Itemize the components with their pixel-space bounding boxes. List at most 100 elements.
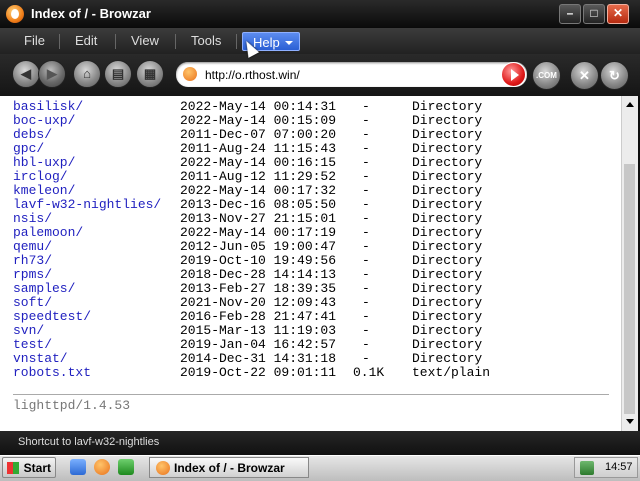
stop-button[interactable]: ✕ [570, 61, 599, 90]
list-item: speedtest/2016-Feb-28 21:47:41 - Directory [13, 309, 482, 324]
menu-edit[interactable]: Edit [75, 33, 97, 48]
ie-quicklaunch-icon[interactable] [70, 459, 86, 475]
scroll-up-icon[interactable] [623, 98, 637, 112]
scroll-thumb[interactable] [624, 164, 635, 415]
file-size: - [362, 281, 370, 296]
forward-button[interactable]: ▶ [38, 60, 66, 88]
file-type: Directory [412, 281, 483, 296]
file-link[interactable]: test/ [13, 337, 52, 352]
menu-divider [115, 34, 116, 49]
status-bar: Shortcut to lavf-w32-nightlies [0, 431, 640, 455]
file-link[interactable]: rh73/ [13, 253, 52, 268]
list-item: vnstat/2014-Dec-31 14:31:18 - Directory [13, 351, 482, 366]
modified-date: 2022-May-14 00:17:19 [180, 225, 337, 240]
site-favicon-icon [183, 67, 197, 81]
file-link[interactable]: boc-uxp/ [13, 113, 75, 128]
list-item: rh73/2019-Oct-10 19:49:56 - Directory [13, 253, 482, 268]
list-item: qemu/2012-Jun-05 19:00:47 - Directory [13, 239, 482, 254]
file-type: Directory [412, 239, 483, 254]
favorites-button[interactable]: ▦ [136, 60, 164, 88]
file-link[interactable]: soft/ [13, 295, 52, 310]
address-input[interactable]: http://o.rthost.win/ [205, 68, 300, 82]
list-item: nsis/2013-Nov-27 21:15:01 - Directory [13, 211, 482, 226]
system-tray: 14:57 [574, 457, 638, 478]
modified-date: 2015-Mar-13 11:19:03 [180, 323, 337, 338]
file-type: Directory [412, 99, 483, 114]
window-title: Index of / - Browzar [31, 6, 151, 21]
browzar-logo-icon [6, 5, 24, 23]
modified-date: 2011-Dec-07 07:00:20 [180, 127, 337, 142]
file-link[interactable]: speedtest/ [13, 309, 91, 324]
list-item: robots.txt 2019-Oct-22 09:01:11 0.1K text/p… [13, 365, 490, 380]
file-link[interactable]: rpms/ [13, 267, 52, 282]
file-size: - [362, 239, 370, 254]
modified-date: 2022-May-14 00:15:09 [180, 113, 337, 128]
file-link[interactable]: svn/ [13, 323, 44, 338]
footer-divider [13, 394, 609, 395]
title-bar[interactable]: Index of / - Browzar – □ ✕ [0, 0, 640, 28]
file-link[interactable]: irclog/ [13, 169, 68, 184]
menu-view[interactable]: View [131, 33, 159, 48]
file-type: Directory [412, 127, 483, 142]
file-type: Directory [412, 323, 483, 338]
file-link[interactable]: nsis/ [13, 211, 52, 226]
menu-tools[interactable]: Tools [191, 33, 221, 48]
file-size: - [362, 127, 370, 142]
file-size: - [362, 267, 370, 282]
refresh-button[interactable]: ↻ [600, 61, 629, 90]
scroll-down-icon[interactable] [623, 414, 637, 428]
file-link[interactable]: robots.txt [13, 365, 91, 380]
dot-com-button[interactable]: .COM [532, 61, 561, 90]
modified-date: 2014-Dec-31 14:31:18 [180, 351, 337, 366]
file-size: - [362, 155, 370, 170]
file-size: - [362, 337, 370, 352]
file-link[interactable]: hbl-uxp/ [13, 155, 75, 170]
file-type: Directory [412, 211, 483, 226]
file-size: - [362, 113, 370, 128]
start-button[interactable]: Start [2, 457, 56, 478]
minimize-button[interactable]: – [559, 4, 581, 24]
maximize-button[interactable]: □ [583, 4, 605, 24]
page-content: basilisk/2022-May-14 00:14:31- Directory b… [0, 96, 621, 431]
address-bar[interactable]: http://o.rthost.win/ [176, 62, 527, 87]
list-item: palemoon/2022-May-14 00:17:19 - Directory [13, 225, 482, 240]
list-item: hbl-uxp/2022-May-14 00:16:15 - Directory [13, 155, 482, 170]
modified-date: 2013-Nov-27 21:15:01 [180, 211, 337, 226]
modified-date: 2013-Feb-27 18:39:35 [180, 281, 337, 296]
list-item: rpms/2018-Dec-28 14:14:13 - Directory [13, 267, 482, 282]
menu-file[interactable]: File [24, 33, 45, 48]
back-button[interactable]: ◀ [12, 60, 40, 88]
taskbar-window-button[interactable]: Index of / - Browzar [149, 457, 309, 478]
show-desktop-icon[interactable] [118, 459, 134, 475]
file-type: Directory [412, 169, 483, 184]
file-link[interactable]: kmeleon/ [13, 183, 75, 198]
list-item: kmeleon/2022-May-14 00:17:32 - Directory [13, 183, 482, 198]
modified-date: 2012-Jun-05 19:00:47 [180, 239, 337, 254]
file-link[interactable]: basilisk/ [13, 99, 83, 114]
file-link[interactable]: vnstat/ [13, 351, 68, 366]
windows-flag-icon [7, 462, 19, 474]
network-tray-icon[interactable] [580, 461, 594, 475]
go-button[interactable] [501, 62, 526, 87]
home-button[interactable]: ⌂ [73, 60, 101, 88]
taskbar-window-label: Index of / - Browzar [174, 461, 285, 475]
file-type: text/plain [412, 365, 491, 380]
print-button[interactable]: ▤ [104, 60, 132, 88]
file-type: Directory [412, 309, 483, 324]
browzar-quicklaunch-icon[interactable] [94, 459, 110, 475]
close-window-button[interactable]: ✕ [607, 4, 629, 24]
file-type: Directory [412, 267, 483, 282]
file-link[interactable]: samples/ [13, 281, 75, 296]
file-size: - [362, 197, 370, 212]
clock: 14:57 [605, 461, 633, 473]
file-link[interactable]: lavf-w32-nightlies/ [13, 197, 161, 212]
file-link[interactable]: gpc/ [13, 141, 44, 156]
file-link[interactable]: qemu/ [13, 239, 52, 254]
file-size: - [362, 323, 370, 338]
file-size: - [362, 351, 370, 366]
vertical-scrollbar[interactable] [621, 96, 638, 431]
file-size: - [362, 183, 370, 198]
file-type: Directory [412, 141, 483, 156]
file-link[interactable]: palemoon/ [13, 225, 83, 240]
file-link[interactable]: debs/ [13, 127, 52, 142]
